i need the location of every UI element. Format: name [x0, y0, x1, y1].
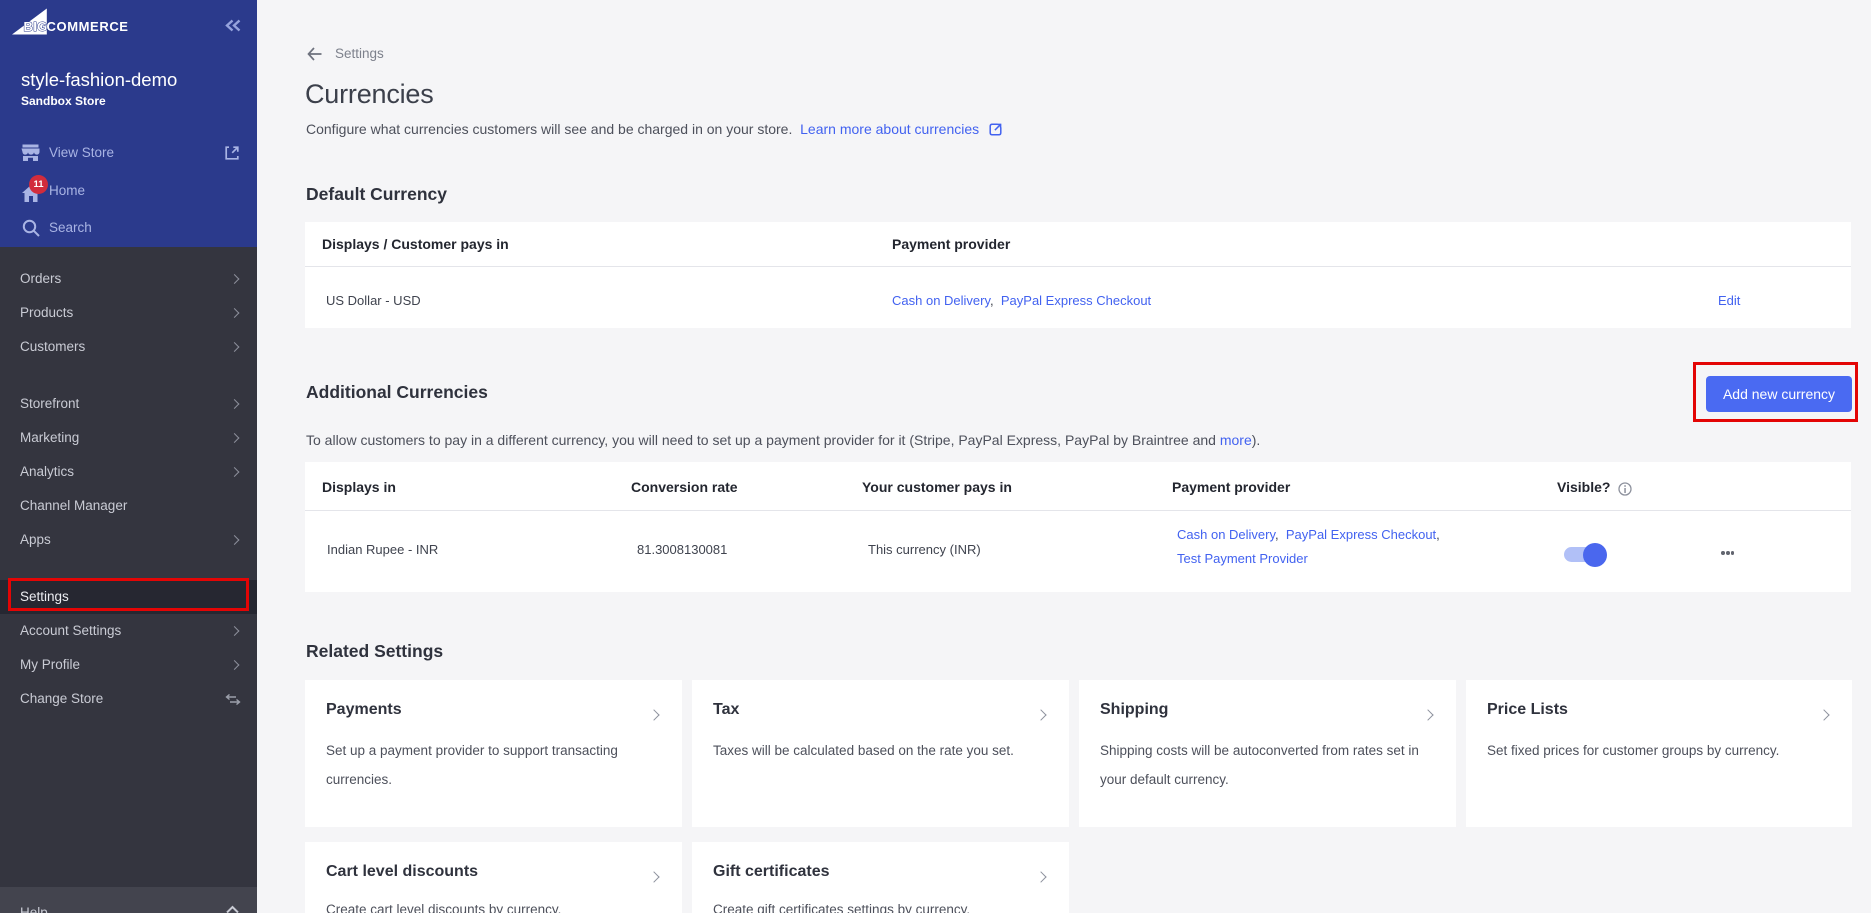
svg-text:COMMERCE: COMMERCE: [47, 19, 129, 34]
svg-text:BIG: BIG: [24, 19, 48, 34]
